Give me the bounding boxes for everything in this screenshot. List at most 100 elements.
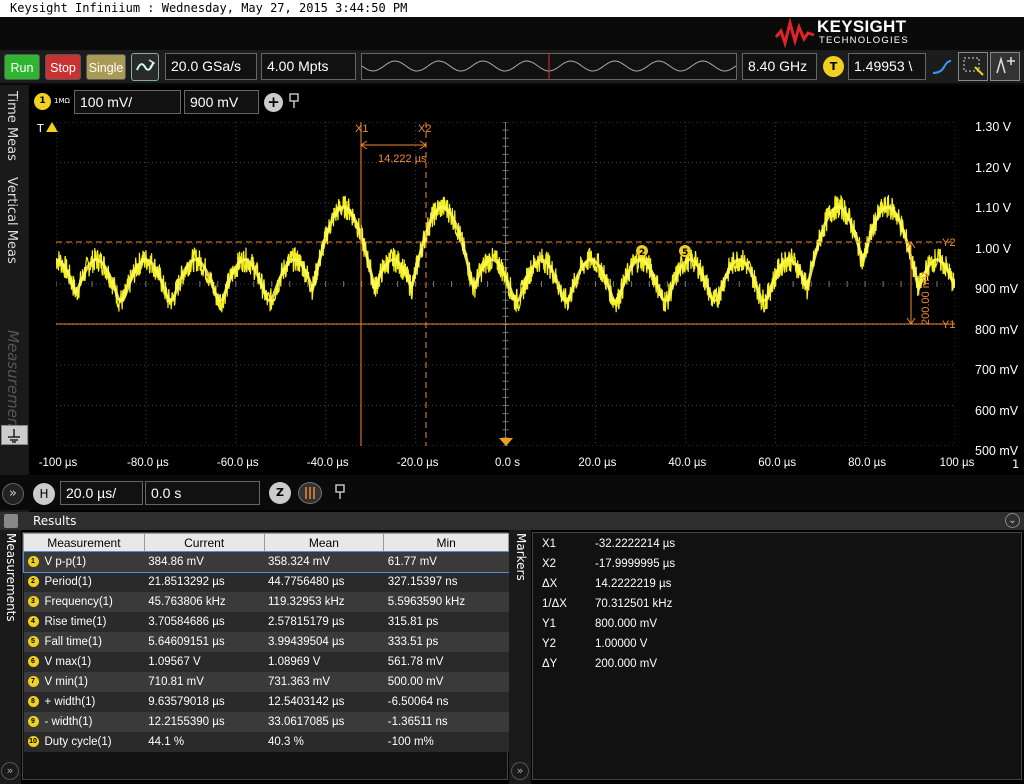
results-table: Measurement Current Mean Min 1V p-p(1) 38…: [22, 533, 510, 752]
marker-row: Y2 1.00000 V: [542, 635, 647, 653]
measurement-index-badge: 10: [27, 735, 39, 747]
table-row[interactable]: 7 V min(1) 710.81 mV 731.363 mV 500.00 mV: [23, 671, 509, 692]
marker-badge-5-text: 5: [682, 248, 688, 258]
gear-icon[interactable]: [4, 514, 18, 528]
stop-button[interactable]: Stop: [45, 54, 81, 80]
measurement-mean: 44.7756480 µs: [264, 571, 384, 592]
drag-tool-button[interactable]: [990, 52, 1020, 81]
dy-label: 200.00 mV: [920, 271, 932, 325]
y-axis-label: 1.30 V: [975, 120, 1012, 134]
x1-label: X1: [355, 123, 368, 135]
measurement-name: 7 V min(1): [23, 671, 145, 692]
col-min[interactable]: Min: [383, 533, 509, 552]
sample-rate-field[interactable]: 20.0 GSa/s: [165, 53, 257, 80]
measurement-current: 12.2155390 µs: [144, 711, 265, 732]
collapse-icon[interactable]: ⌄: [1005, 513, 1020, 528]
navigate-icon[interactable]: [298, 482, 322, 504]
marker-row: 1/ΔX 70.312501 kHz: [542, 595, 672, 613]
measurement-current: 710.81 mV: [144, 671, 265, 692]
zoom-icon[interactable]: Z: [269, 482, 291, 504]
marker-label: X1: [542, 538, 557, 550]
horizontal-position-field[interactable]: 0.0 s: [145, 481, 260, 505]
col-measurement[interactable]: Measurement: [23, 533, 145, 552]
expand-markers-icon[interactable]: »: [511, 762, 529, 780]
table-row[interactable]: 6 V max(1) 1.09567 V 1.08969 V 561.78 mV: [23, 651, 509, 672]
pin-icon[interactable]: [287, 92, 301, 110]
measurement-name: 9 - width(1): [23, 711, 145, 732]
x-axis-label: -80.0 µs: [126, 457, 169, 469]
marker-value: -17.9999995 µs: [595, 558, 676, 570]
marker-label: ΔY: [542, 658, 558, 670]
marker-value: -32.2222214 µs: [595, 538, 676, 550]
vertical-scale-field[interactable]: 100 mV/: [74, 90, 181, 114]
measurement-name: 1 V p-p(1): [23, 551, 145, 572]
vertical-offset-field[interactable]: 900 mV: [184, 90, 259, 114]
measurement-mean: 2.57815179 µs: [264, 611, 384, 632]
marker-row: Y1 800.000 mV: [542, 615, 657, 633]
channel-badge[interactable]: 1: [34, 93, 51, 110]
measurement-name: 2 Period(1): [23, 571, 145, 592]
col-mean[interactable]: Mean: [263, 533, 385, 552]
expand-left-icon[interactable]: »: [1, 762, 19, 780]
acquisition-bar: Run Stop Single 20.0 GSa/s 4.00 Mpts 8.4…: [0, 50, 1024, 83]
measurement-label: + width(1): [44, 695, 96, 708]
table-row[interactable]: 1 V p-p(1) 384.86 mV 358.324 mV 61.77 mV: [22, 550, 510, 573]
waveform-overview[interactable]: [361, 53, 737, 80]
measurement-min: -1.36511 ns: [383, 711, 509, 732]
col-current[interactable]: Current: [143, 533, 265, 552]
autoscale-button[interactable]: [131, 53, 159, 81]
measurement-min: 61.77 mV: [383, 551, 509, 572]
markers-side-tab[interactable]: Markers »: [509, 530, 531, 784]
measurement-mean: 3.99439504 µs: [264, 631, 384, 652]
window-title: Keysight Infiniium : Wednesday, May 27, …: [0, 0, 1024, 17]
scope-grid: X1 X2 14.222 µs Y1 Y2 200.00 mV 2 5: [56, 122, 955, 446]
horizontal-pin-icon[interactable]: [333, 483, 347, 501]
y-axis-label: 800 mV: [975, 322, 1019, 337]
table-row[interactable]: 3 Frequency(1) 45.763806 kHz 119.32953 kHz 5…: [23, 591, 509, 612]
marker-badge-2-text: 2: [639, 248, 645, 258]
marker-value: 1.00000 V: [595, 638, 648, 650]
ground-level-marker[interactable]: [1, 425, 28, 445]
measurement-mean: 119.32953 kHz: [264, 591, 384, 612]
measurement-min: 5.5963590 kHz: [383, 591, 509, 612]
x-axis-label: -40.0 µs: [306, 457, 349, 469]
measurement-name: 5 Fall time(1): [23, 631, 145, 652]
horizontal-scale-field[interactable]: 20.0 µs/: [60, 481, 143, 505]
table-row[interactable]: 8 + width(1) 9.63579018 µs 12.5403142 µs -6.…: [23, 691, 509, 712]
tab-time-meas[interactable]: Time Meas: [4, 91, 19, 161]
expand-panel-icon[interactable]: »: [2, 483, 24, 505]
table-row[interactable]: 10 Duty cycle(1) 44.1 % 40.3 % -100 m%: [23, 731, 509, 752]
keysight-logo: KEYSIGHT TECHNOLOGIES: [774, 17, 1014, 49]
table-row[interactable]: 2 Period(1) 21.8513292 µs 44.7756480 µs 327.…: [23, 571, 509, 592]
measurement-label: V p-p(1): [44, 555, 87, 568]
table-row[interactable]: 9 - width(1) 12.2155390 µs 33.0617085 µs -1.…: [23, 711, 509, 732]
table-row[interactable]: 5 Fall time(1) 5.64609151 µs 3.99439504 µs 3…: [23, 631, 509, 652]
y-axis-label: 1.00 V: [975, 241, 1012, 256]
results-title: Results: [33, 514, 77, 528]
y-axis-label: 900 mV: [975, 282, 1019, 296]
bandwidth-field[interactable]: 8.40 GHz: [742, 53, 817, 80]
x-axis-label: 40.0 µs: [668, 457, 707, 469]
measurements-side-tab[interactable]: Measurements »: [0, 530, 21, 784]
x-axis-label: -20.0 µs: [396, 457, 439, 469]
zoom-tool-button[interactable]: [958, 52, 988, 81]
y-axis-label: 1.10 V: [975, 201, 1012, 215]
measurement-mean: 1.08969 V: [264, 651, 384, 672]
memory-depth-field[interactable]: 4.00 Mpts: [261, 53, 356, 80]
single-button[interactable]: Single: [86, 54, 126, 80]
marker-label: ΔX: [542, 578, 558, 590]
horizontal-settings: » H 20.0 µs/ 0.0 s Z: [0, 475, 1024, 510]
run-button[interactable]: Run: [4, 54, 40, 80]
measurement-index-badge: 8: [27, 695, 39, 707]
marker-value: 800.000 mV: [595, 618, 658, 630]
measurement-name: 4 Rise time(1): [23, 611, 145, 632]
tab-vertical-meas[interactable]: Vertical Meas: [4, 177, 19, 264]
add-channel-button[interactable]: +: [264, 93, 283, 112]
horizontal-badge[interactable]: H: [33, 483, 55, 505]
table-row[interactable]: 4 Rise time(1) 3.70584686 µs 2.57815179 µs 3…: [23, 611, 509, 632]
measurement-min: -100 m%: [383, 731, 509, 752]
measurement-index-badge: 9: [27, 715, 39, 727]
trigger-edge-icon[interactable]: [931, 57, 953, 77]
x-axis-label: 80.0 µs: [848, 457, 887, 469]
trigger-level-field[interactable]: 1.49953 \: [848, 53, 926, 80]
